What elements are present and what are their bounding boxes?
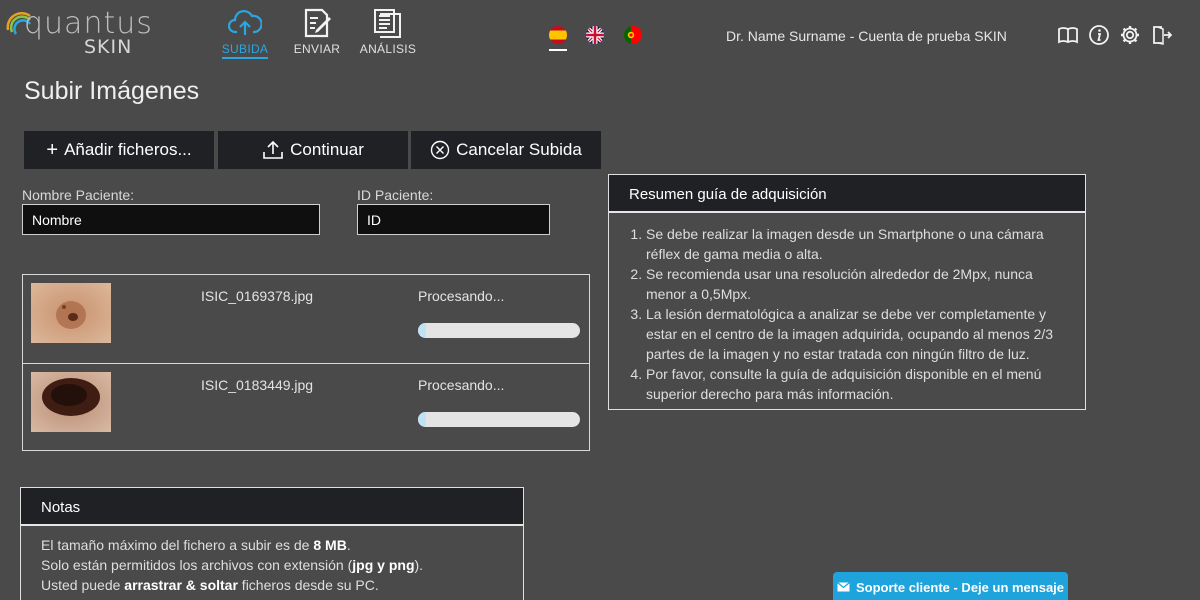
- gear-icon[interactable]: [1119, 24, 1141, 46]
- cancel-upload-button[interactable]: Cancelar Subida: [411, 131, 601, 169]
- notes-title: Notas: [21, 488, 523, 526]
- selected-language-indicator: [549, 49, 567, 51]
- upload-status: Procesando...: [418, 377, 505, 393]
- upload-filename: ISIC_0169378.jpg: [201, 288, 314, 304]
- upload-icon: [263, 140, 283, 159]
- lesion-thumbnail-image: [31, 372, 111, 432]
- add-files-label: Añadir ficheros...: [64, 140, 192, 159]
- guide-item: Se recomienda usar una resolución alrede…: [646, 264, 1065, 304]
- upload-row: ISIC_0183449.jpg Procesando...: [23, 363, 589, 451]
- continue-label: Continuar: [290, 140, 364, 159]
- upload-progress-bar: [418, 412, 580, 427]
- cloud-upload-icon: [228, 10, 262, 35]
- upload-progress-fill: [418, 323, 427, 338]
- flag-spain-icon[interactable]: [549, 26, 567, 44]
- logo-text-skin: SKIN: [84, 36, 133, 58]
- patient-id-field[interactable]: [357, 204, 550, 235]
- nav-label: ENVIAR: [293, 42, 341, 56]
- add-files-button[interactable]: + Añadir ficheros...: [24, 131, 214, 169]
- plus-icon: +: [46, 139, 59, 161]
- upload-progress-bar: [418, 323, 580, 338]
- notes-line-max-size: El tamaño máximo del fichero a subir es …: [41, 537, 351, 553]
- notes-body: El tamaño máximo del fichero a subir es …: [21, 526, 523, 595]
- notes-line-extensions: Solo están permitidos los archivos con e…: [41, 557, 424, 573]
- user-account-name: Dr. Name Surname - Cuenta de prueba SKIN: [726, 28, 1007, 44]
- acquisition-guide-panel: Resumen guía de adquisición Se debe real…: [608, 174, 1086, 410]
- page-title: Subir Imágenes: [24, 77, 200, 105]
- upload-filename: ISIC_0183449.jpg: [201, 377, 314, 393]
- logout-icon[interactable]: [1150, 24, 1173, 46]
- guide-item: La lesión dermatológica a analizar se de…: [646, 304, 1065, 364]
- upload-status: Procesando...: [418, 288, 505, 304]
- notes-panel: Notas El tamaño máximo del fichero a sub…: [20, 487, 524, 600]
- flag-portugal-icon[interactable]: [624, 26, 642, 44]
- flag-uk-icon[interactable]: [586, 26, 604, 44]
- info-icon[interactable]: [1088, 24, 1110, 46]
- patient-name-field[interactable]: [22, 204, 320, 235]
- upload-progress-fill: [418, 412, 427, 427]
- patient-id-label: ID Paciente:: [357, 187, 434, 203]
- upload-list: ISIC_0169378.jpg Procesando... ISIC_0183…: [22, 274, 590, 451]
- edit-document-icon: [304, 8, 331, 38]
- upload-row: ISIC_0169378.jpg Procesando...: [23, 275, 589, 363]
- guide-title: Resumen guía de adquisición: [609, 175, 1085, 213]
- nav-label: ANÁLISIS: [359, 42, 417, 56]
- guide-item: Por favor, consulte la guía de adquisici…: [646, 364, 1065, 404]
- nav-subida[interactable]: SUBIDA: [221, 8, 269, 59]
- guide-item: Se debe realizar la imagen desde un Smar…: [646, 224, 1065, 264]
- cancel-upload-label: Cancelar Subida: [456, 140, 582, 159]
- quantus-skin-logo[interactable]: quantus SKIN: [4, 4, 152, 60]
- continue-button[interactable]: Continuar: [218, 131, 408, 169]
- customer-support-button[interactable]: Soporte cliente - Deje un mensaje: [833, 572, 1068, 600]
- cancel-circle-icon: [430, 140, 450, 160]
- guide-list: Se debe realizar la imagen desde un Smar…: [609, 213, 1085, 404]
- nav-analisis[interactable]: ANÁLISIS: [358, 8, 418, 56]
- mail-icon: [837, 582, 850, 592]
- nav-enviar[interactable]: ENVIAR: [292, 8, 342, 56]
- lesion-thumbnail-image: [31, 283, 111, 343]
- support-label: Soporte cliente - Deje un mensaje: [855, 579, 1065, 595]
- notes-line-drag-drop: Usted puede arrastrar & soltar ficheros …: [41, 577, 379, 593]
- document-list-icon: [374, 9, 401, 38]
- patient-name-label: Nombre Paciente:: [22, 187, 135, 203]
- book-icon[interactable]: [1057, 24, 1079, 46]
- nav-label: SUBIDA: [221, 42, 269, 59]
